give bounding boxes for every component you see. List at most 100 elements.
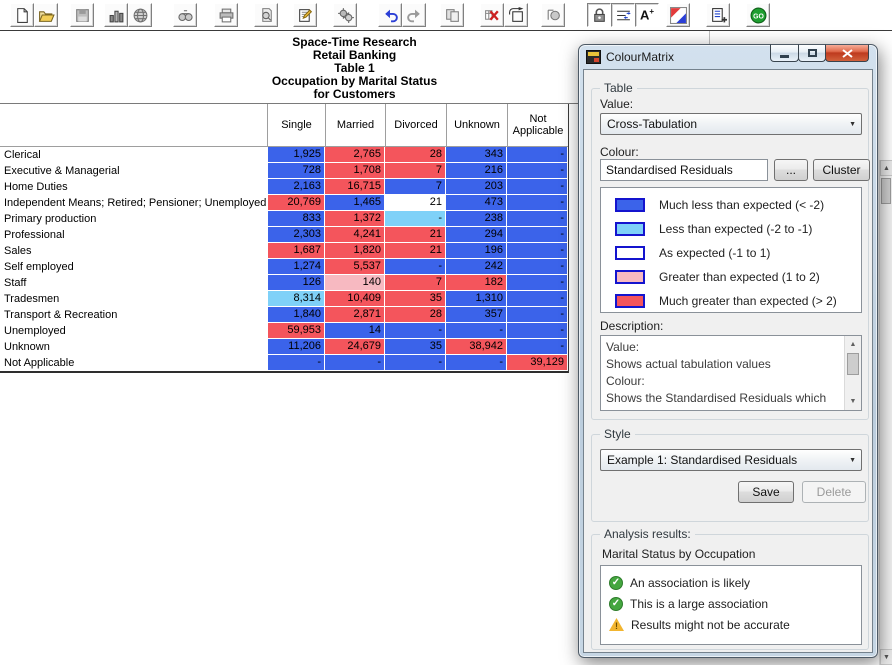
table-cell[interactable]: - [507, 307, 568, 323]
table-cell[interactable]: 2,163 [268, 179, 325, 195]
main-vertical-scrollbar[interactable]: ▲ ▼ [879, 160, 892, 665]
table-cell[interactable]: 7 [385, 163, 446, 179]
maximize-button[interactable] [798, 44, 826, 62]
column-header[interactable]: Single [268, 104, 326, 146]
delete-button[interactable]: Delete [802, 481, 866, 503]
table-cell[interactable]: 182 [446, 275, 507, 291]
table-cell[interactable]: 28 [385, 307, 446, 323]
table-cell[interactable]: - [385, 211, 446, 227]
minimize-button[interactable] [770, 44, 799, 62]
table-cell[interactable]: 242 [446, 259, 507, 275]
table-cell[interactable]: 196 [446, 243, 507, 259]
table-cell[interactable]: 357 [446, 307, 507, 323]
table-cell[interactable]: 24,679 [325, 339, 385, 355]
table-cell[interactable]: 5,537 [325, 259, 385, 275]
row-label[interactable]: Clerical [0, 147, 267, 163]
row-label[interactable]: Sales [0, 243, 267, 259]
table-cell[interactable]: - [507, 275, 568, 291]
value-combobox[interactable]: Cross-Tabulation ▼ [600, 113, 862, 135]
table-cell[interactable]: 833 [268, 211, 325, 227]
table-cell[interactable]: 7 [385, 275, 446, 291]
edit-annotations-button[interactable] [293, 3, 317, 27]
table-cell[interactable]: 2,871 [325, 307, 385, 323]
table-cell[interactable]: - [507, 211, 568, 227]
copy-button[interactable] [440, 3, 464, 27]
row-label[interactable]: Tradesmen [0, 291, 267, 307]
field-display-options-button[interactable] [611, 3, 635, 27]
table-cell[interactable]: 1,274 [268, 259, 325, 275]
table-cell[interactable]: 39,129 [507, 355, 568, 371]
save-button[interactable]: Save [738, 481, 794, 503]
colour-input[interactable]: Standardised Residuals [600, 159, 768, 181]
close-button[interactable] [825, 44, 869, 62]
table-cell[interactable]: - [385, 355, 446, 371]
table-cell[interactable]: 1,465 [325, 195, 385, 211]
table-cell[interactable]: - [446, 355, 507, 371]
table-cell[interactable]: - [507, 227, 568, 243]
legend-item[interactable]: Less than expected (-2 to -1) [601, 217, 861, 241]
table-cell[interactable]: 4,241 [325, 227, 385, 243]
table-cell[interactable]: 1,840 [268, 307, 325, 323]
table-cell[interactable]: 216 [446, 163, 507, 179]
print-preview-button[interactable] [254, 3, 278, 27]
table-cell[interactable]: 38,942 [446, 339, 507, 355]
row-label[interactable]: Professional [0, 227, 267, 243]
redo-button[interactable] [402, 3, 426, 27]
table-cell[interactable]: 203 [446, 179, 507, 195]
scrollbar-thumb[interactable] [881, 178, 891, 204]
legend-item[interactable]: As expected (-1 to 1) [601, 241, 861, 265]
table-cell[interactable]: 1,708 [325, 163, 385, 179]
table-cell[interactable]: - [385, 323, 446, 339]
cluster-button[interactable]: Cluster [813, 159, 870, 181]
table-cell[interactable]: 728 [268, 163, 325, 179]
row-label[interactable]: Unemployed [0, 323, 267, 339]
table-cell[interactable]: 59,953 [268, 323, 325, 339]
new-table-window-button[interactable] [706, 3, 730, 27]
table-cell[interactable]: - [325, 355, 385, 371]
new-document-button[interactable] [10, 3, 34, 27]
table-cell[interactable]: - [507, 195, 568, 211]
legend-item[interactable]: Greater than expected (1 to 2) [601, 265, 861, 289]
table-cell[interactable]: 10,409 [325, 291, 385, 307]
scroll-up-arrow[interactable]: ▲ [880, 160, 892, 176]
print-button[interactable] [214, 3, 238, 27]
row-label[interactable]: Unknown [0, 339, 267, 355]
table-cell[interactable]: 20,769 [268, 195, 325, 211]
row-label[interactable]: Not Applicable [0, 355, 267, 371]
column-header[interactable]: Married [326, 104, 386, 146]
column-header[interactable]: Not Applicable [508, 104, 569, 146]
scroll-down-arrow[interactable]: ▼ [880, 649, 892, 665]
table-cell[interactable]: 1,310 [446, 291, 507, 307]
transpose-button[interactable] [504, 3, 528, 27]
table-cell[interactable]: - [507, 179, 568, 195]
browse-button[interactable]: ... [774, 159, 808, 181]
map-view-button[interactable] [128, 3, 152, 27]
table-cell[interactable]: 21 [385, 227, 446, 243]
stamp-button[interactable] [541, 3, 565, 27]
legend-item[interactable]: Much less than expected (< -2) [601, 193, 861, 217]
table-cell[interactable]: 11,206 [268, 339, 325, 355]
row-label[interactable]: Transport & Recreation [0, 307, 267, 323]
table-cell[interactable]: 21 [385, 243, 446, 259]
table-cell[interactable]: 35 [385, 339, 446, 355]
open-table-button[interactable] [34, 3, 58, 27]
table-cell[interactable]: 2,765 [325, 147, 385, 163]
table-cell[interactable]: 1,925 [268, 147, 325, 163]
table-cell[interactable]: 8,314 [268, 291, 325, 307]
row-label[interactable]: Independent Means; Retired; Pensioner; U… [0, 195, 267, 211]
undo-button[interactable] [378, 3, 402, 27]
table-cell[interactable]: 21 [385, 195, 446, 211]
table-cell[interactable]: 14 [325, 323, 385, 339]
table-cell[interactable]: 1,820 [325, 243, 385, 259]
table-cell[interactable]: 238 [446, 211, 507, 227]
find-button[interactable] [173, 3, 197, 27]
go-button[interactable]: GO [746, 3, 770, 27]
table-cell[interactable]: 126 [268, 275, 325, 291]
scrollbar-thumb[interactable] [847, 353, 859, 375]
row-label[interactable]: Primary production [0, 211, 267, 227]
font-size-button[interactable]: A+ [635, 3, 659, 27]
table-cell[interactable]: - [507, 339, 568, 355]
table-cell[interactable]: 1,372 [325, 211, 385, 227]
automation-button[interactable] [333, 3, 357, 27]
table-cell[interactable]: 473 [446, 195, 507, 211]
